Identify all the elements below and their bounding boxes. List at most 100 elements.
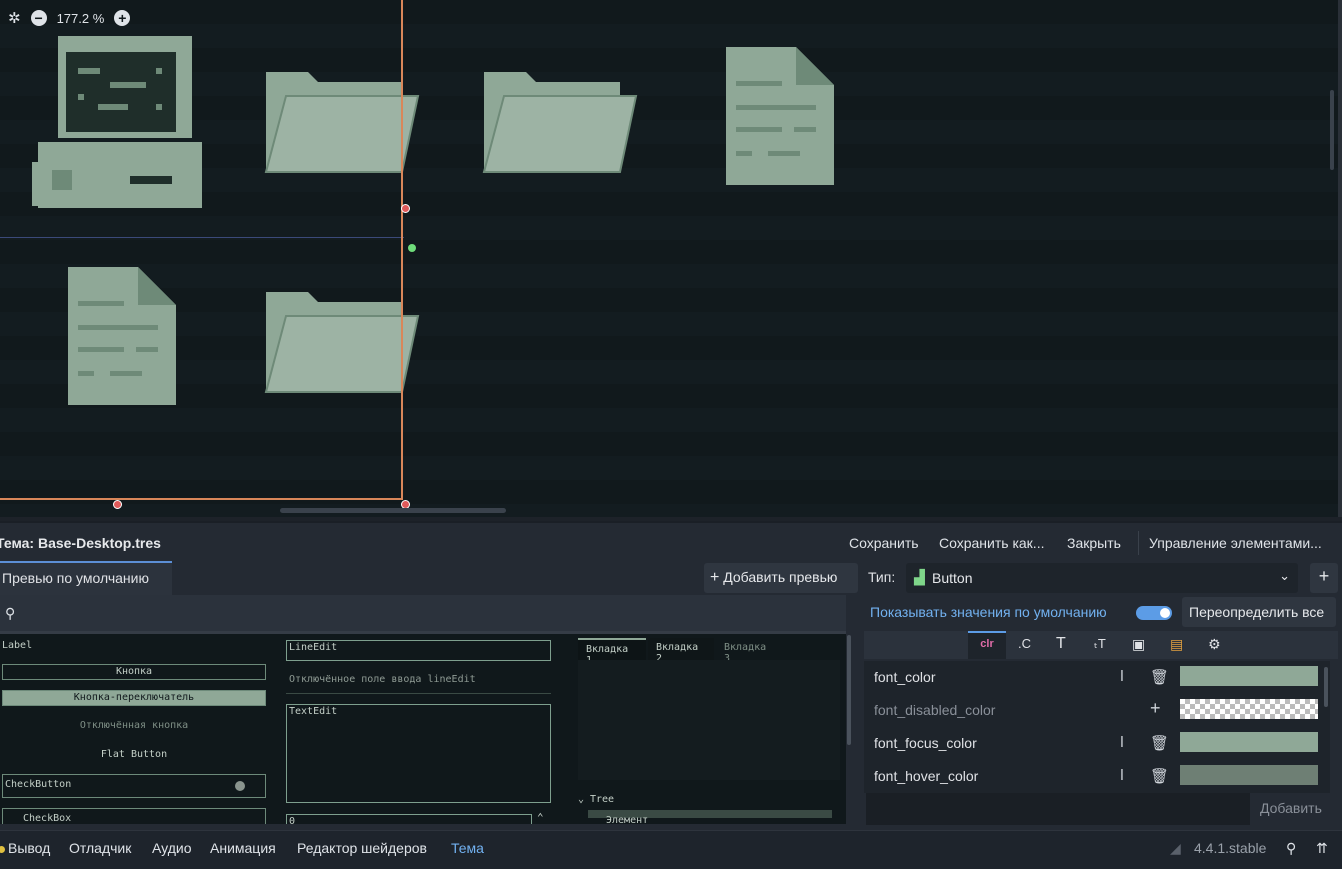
constant-tab-icon[interactable]: .C (1018, 636, 1031, 651)
pick-icon[interactable]: ǀ (1120, 734, 1124, 751)
zoom-in-icon[interactable]: + (114, 10, 131, 26)
expand-panel-icon[interactable]: ⇈ (1316, 840, 1328, 857)
type-select[interactable]: ▟ Button ⌄ (906, 563, 1298, 593)
selection-edge[interactable] (0, 498, 403, 500)
add-item-input[interactable] (866, 793, 1250, 825)
property-row: font_hover_color ǀ 🗑 (866, 760, 1326, 793)
folder-icon[interactable] (262, 288, 420, 394)
data-type-tabs: clr .C T ₜT ▣ ▤ ⚙ (864, 631, 1338, 659)
type-label: Тип: (868, 569, 896, 585)
theme-title: Тема: Base-Desktop.tres (0, 535, 161, 551)
preview-tab-2[interactable]: Вкладка 2 (648, 638, 714, 664)
show-defaults-toggle[interactable] (1136, 606, 1172, 620)
update-spinner-icon: ◢ (1170, 840, 1181, 856)
override-all-button[interactable]: Переопределить все (1182, 597, 1336, 627)
save-as-button[interactable]: Сохранить как... (939, 535, 1044, 551)
tools-tab-icon[interactable]: ⚙ (1208, 636, 1221, 653)
tree-chevron-icon[interactable]: ⌄ (578, 794, 584, 805)
preview-spin-box[interactable]: 0 (286, 814, 532, 824)
pivot-handle[interactable] (408, 244, 416, 252)
theme-preview: Label Кнопка Кнопка-переключатель Отключ… (0, 631, 846, 824)
tab-debugger[interactable]: Отладчик (69, 840, 131, 856)
manage-items-button[interactable]: Управление элементами... (1149, 535, 1322, 551)
selection-edge[interactable] (401, 0, 403, 500)
preview-line-edit[interactable]: LineEdit (286, 640, 551, 661)
property-row: font_color ǀ 🗑 (866, 661, 1326, 694)
color-swatch[interactable] (1180, 699, 1318, 719)
preview-label: Label (2, 640, 33, 651)
zoom-out-icon[interactable]: − (30, 10, 47, 26)
property-name: font_color (874, 669, 936, 685)
spin-up-icon[interactable]: ⌃ (537, 811, 544, 824)
computer-icon[interactable] (30, 34, 206, 210)
horizontal-scrollbar[interactable] (280, 508, 506, 513)
pin-icon[interactable]: ⚲ (1286, 840, 1296, 857)
canvas-viewport[interactable]: ✲ − 177.2 % + (0, 0, 1342, 517)
version-label: 4.4.1.stable (1194, 840, 1267, 856)
property-scrollbar[interactable] (1324, 667, 1328, 707)
tab-audio[interactable]: Аудио (152, 840, 192, 856)
preview-pane: Превью по умолчанию + Добавить превью ⚲ … (0, 561, 862, 830)
preview-disabled-line-edit: Отключённое поле ввода lineEdit (286, 674, 551, 694)
preview-checkbox[interactable]: CheckBox (2, 808, 266, 824)
preview-flat-button[interactable]: Flat Button (2, 749, 266, 760)
preview-tree-item[interactable]: Элемент (606, 815, 648, 824)
color-swatch[interactable] (1180, 732, 1318, 752)
add-type-button[interactable]: + (1310, 563, 1338, 593)
theme-editor-header: Тема: Base-Desktop.tres Сохранить Сохран… (0, 521, 1342, 561)
trash-icon[interactable]: 🗑 (1150, 668, 1169, 686)
property-name: font_hover_color (874, 768, 979, 784)
trash-icon[interactable]: 🗑 (1150, 734, 1169, 752)
pick-icon[interactable]: ǀ (1120, 668, 1124, 685)
property-row: font_disabled_color + (866, 694, 1326, 727)
color-swatch[interactable] (1180, 765, 1318, 785)
close-button[interactable]: Закрыть (1067, 535, 1121, 551)
color-tab-icon[interactable]: clr (968, 631, 1006, 659)
zoom-toolbar: ✲ − 177.2 % + (8, 6, 131, 30)
preview-check-button[interactable]: CheckButton (2, 774, 266, 798)
preview-text-edit[interactable]: TextEdit (286, 704, 551, 803)
preview-button[interactable]: Кнопка (2, 664, 266, 680)
preview-scrollbar[interactable] (846, 631, 852, 824)
bottom-panel-bar: Вывод Отладчик Аудио Анимация Редактор ш… (0, 830, 1342, 869)
tab-theme[interactable]: Тема (451, 840, 484, 856)
toggle-knob-icon (235, 781, 245, 791)
preview-toolbar: ⚲ (0, 595, 846, 631)
preview-tab-3[interactable]: Вкладка 3 (716, 638, 782, 664)
check-button-label: CheckButton (5, 779, 72, 790)
tab-default-preview[interactable]: Превью по умолчанию (0, 561, 172, 595)
tab-animation[interactable]: Анимация (210, 840, 276, 856)
font-tab-icon[interactable]: T (1056, 635, 1066, 653)
picker-icon[interactable]: ⚲ (5, 605, 15, 622)
preview-toggle-button[interactable]: Кнопка-переключатель (2, 690, 266, 706)
pick-icon[interactable]: ǀ (1120, 767, 1124, 784)
zoom-level[interactable]: 177.2 % (57, 11, 105, 26)
add-preview-button[interactable]: + Добавить превью (704, 563, 858, 593)
tab-output[interactable]: Вывод (8, 840, 50, 856)
folder-icon[interactable] (262, 68, 420, 174)
add-item-button[interactable]: Добавить (1260, 800, 1322, 816)
font-size-tab-icon[interactable]: ₜT (1094, 636, 1106, 652)
document-icon[interactable] (66, 265, 178, 407)
icon-tab-icon[interactable]: ▣ (1132, 636, 1145, 653)
save-button[interactable]: Сохранить (849, 535, 919, 551)
stylebox-tab-icon[interactable]: ▤ (1170, 636, 1183, 653)
resize-handle[interactable] (113, 500, 122, 509)
resize-handle[interactable] (401, 204, 410, 213)
vertical-scrollbar[interactable] (1330, 90, 1334, 170)
color-swatch[interactable] (1180, 666, 1318, 686)
property-name: font_focus_color (874, 735, 977, 751)
property-list: font_color ǀ 🗑 font_disabled_color + fon… (864, 661, 1330, 793)
trash-icon[interactable]: 🗑 (1150, 767, 1169, 785)
document-icon[interactable] (724, 45, 836, 187)
show-defaults-label[interactable]: Показывать значения по умолчанию (870, 604, 1107, 620)
preview-tab-1[interactable]: Вкладка 1 (578, 638, 646, 666)
add-preview-label: Добавить превью (723, 569, 838, 585)
type-value: Button (932, 570, 973, 586)
property-name: font_disabled_color (874, 702, 996, 718)
zoom-reset-icon[interactable]: ✲ (8, 9, 21, 27)
plus-icon[interactable]: + (1150, 698, 1161, 719)
folder-icon[interactable] (480, 68, 638, 174)
plus-icon: + (710, 569, 720, 586)
tab-shader-editor[interactable]: Редактор шейдеров (297, 840, 427, 856)
